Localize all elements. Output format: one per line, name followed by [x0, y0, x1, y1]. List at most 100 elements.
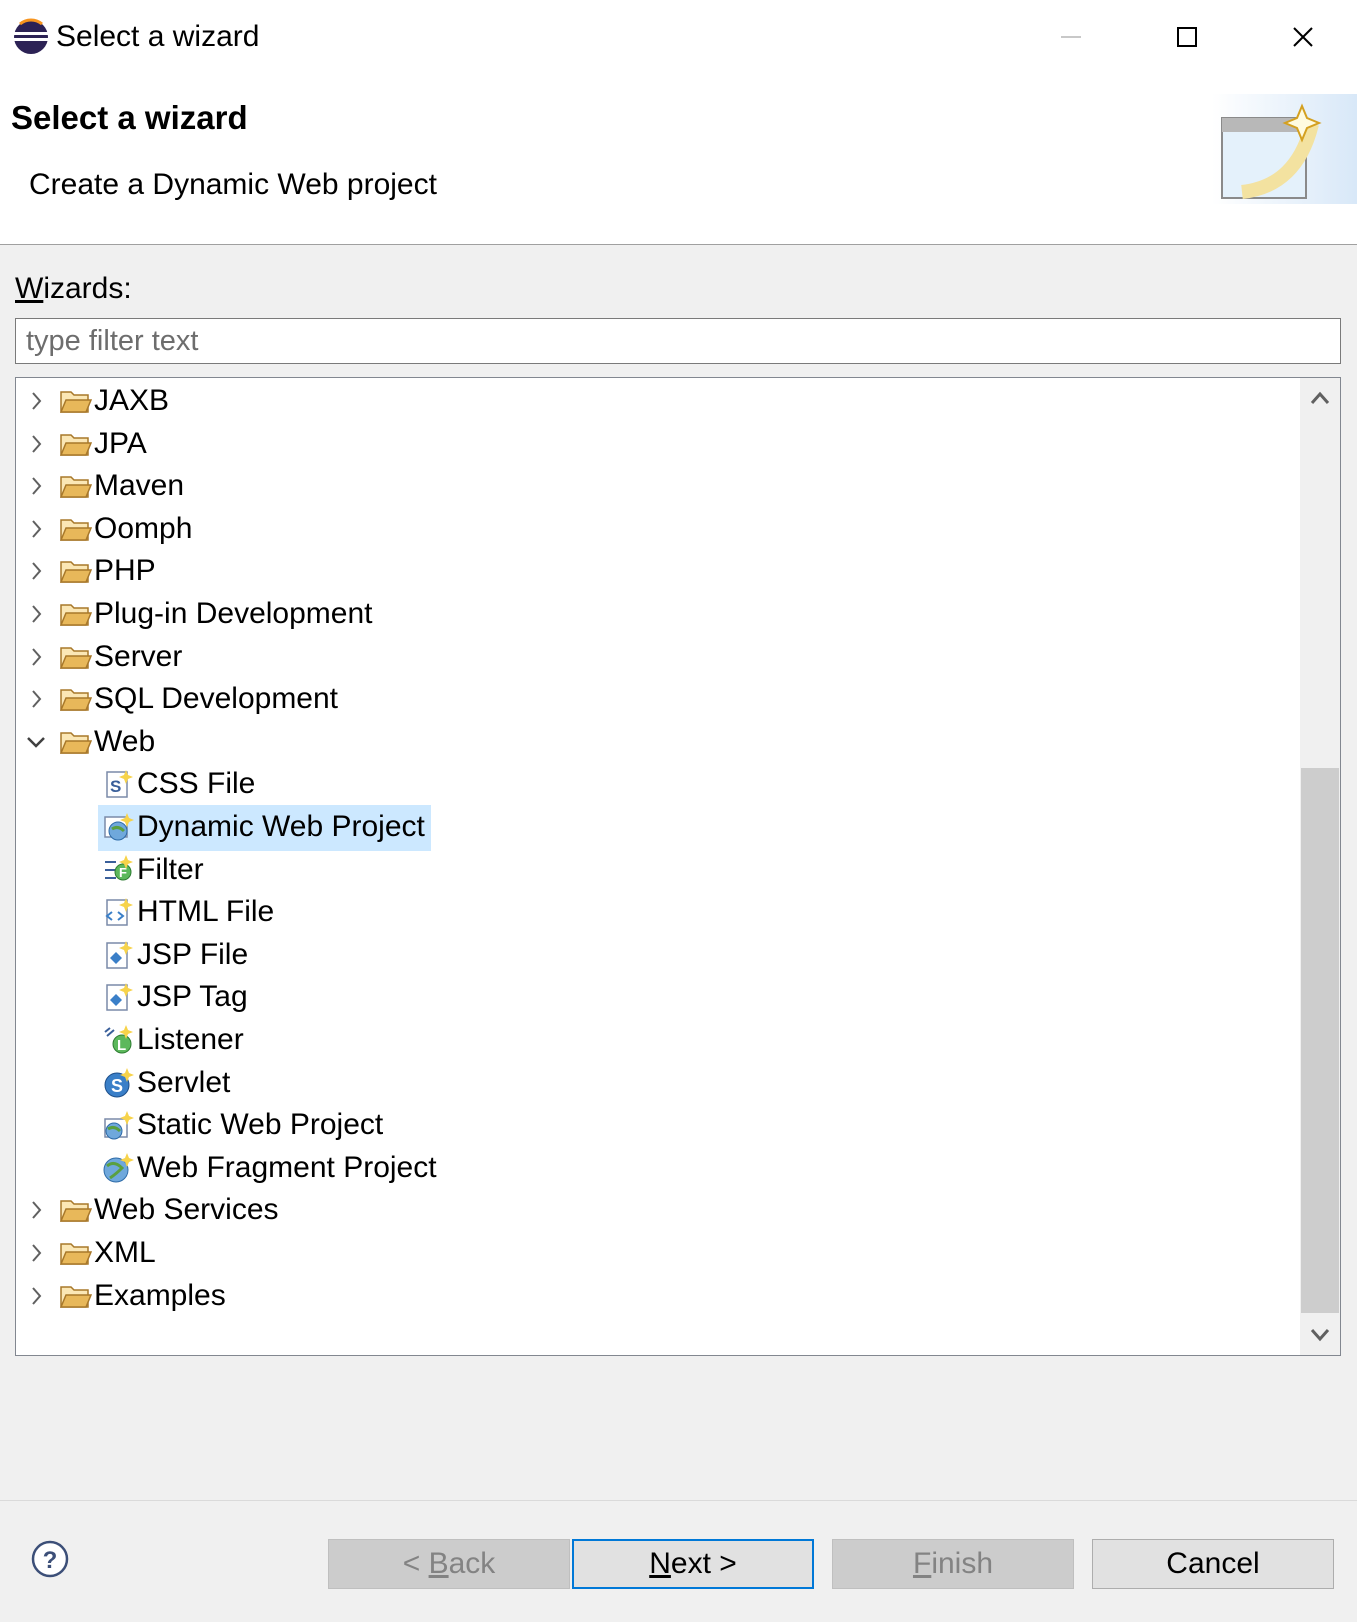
tree-label: Filter: [137, 852, 204, 886]
tree-folder-oomph[interactable]: Oomph: [16, 507, 1301, 551]
help-icon[interactable]: ?: [30, 1539, 70, 1579]
folder-icon: [60, 646, 92, 669]
tree-item-css-file[interactable]: S CSS File: [16, 762, 1301, 806]
tree-label: Examples: [94, 1278, 226, 1312]
tree-folder-sql-development[interactable]: SQL Development: [16, 677, 1301, 721]
tree-item-static-web-project[interactable]: Static Web Project: [16, 1103, 1301, 1147]
tree-item-html-file[interactable]: HTML File: [16, 890, 1301, 934]
vertical-scrollbar[interactable]: [1300, 378, 1340, 1355]
chevron-right-icon[interactable]: [25, 685, 47, 713]
chevron-down-icon: [1310, 1329, 1330, 1342]
tree-label: PHP: [94, 554, 156, 588]
tree-folder-examples[interactable]: Examples: [16, 1274, 1301, 1318]
folder-icon: [60, 732, 92, 754]
folder-icon: [60, 1200, 92, 1223]
tree-label: JSP Tag: [137, 980, 248, 1014]
filter-input[interactable]: [15, 318, 1341, 364]
minimize-icon: [1061, 36, 1081, 38]
chevron-up-icon: [1310, 391, 1330, 404]
css-file-icon: S: [106, 770, 133, 799]
svg-text:S: S: [111, 1076, 123, 1096]
tree-folder-web[interactable]: Web: [16, 720, 1301, 764]
svg-text:L: L: [117, 1037, 126, 1054]
tree-label: SQL Development: [94, 682, 339, 716]
tree-item-dynamic-web-project[interactable]: Dynamic Web Project: [16, 805, 1301, 851]
tree-folder-php[interactable]: PHP: [16, 549, 1301, 593]
static-web-project-icon: [104, 1111, 134, 1140]
wizard-main: Wizards: JAXB JPA Maven Oomph PHP Plug-in Dev…: [0, 245, 1357, 1500]
tree-folder-server[interactable]: Server: [16, 635, 1301, 679]
chevron-right-icon[interactable]: [25, 430, 47, 458]
chevron-right-icon[interactable]: [25, 643, 47, 671]
scrollbar-thumb[interactable]: [1301, 768, 1339, 1313]
chevron-right-icon[interactable]: [25, 557, 47, 585]
tree-label: JPA: [94, 426, 147, 460]
back-button[interactable]: < Back: [328, 1539, 570, 1589]
tree-item-servlet[interactable]: S Servlet: [16, 1061, 1301, 1105]
tree-label: Listener: [137, 1023, 244, 1056]
minimize-button[interactable]: [1013, 0, 1129, 74]
tree-label: Static Web Project: [137, 1108, 384, 1142]
wizard-footer: ? < Back Next > Finish Cancel: [0, 1500, 1357, 1622]
html-file-icon: [105, 898, 133, 926]
tree-label: Oomph: [94, 511, 193, 545]
close-icon: [1293, 27, 1313, 47]
page-description: Create a Dynamic Web project: [29, 168, 437, 201]
scroll-up-button[interactable]: [1300, 378, 1340, 418]
tree-label: Web: [94, 724, 156, 758]
tree-folder-web-services[interactable]: Web Services: [16, 1188, 1301, 1232]
filter-icon: F: [105, 854, 133, 881]
folder-icon: [60, 561, 92, 584]
chevron-right-icon[interactable]: [25, 600, 47, 628]
eclipse-icon: [14, 18, 48, 54]
tree-label: Dynamic Web Project: [137, 810, 425, 843]
tree-folder-plug-in-development[interactable]: Plug-in Development: [16, 592, 1301, 636]
chevron-right-icon[interactable]: [25, 387, 47, 415]
window-title: Select a wizard: [56, 20, 260, 53]
chevron-right-icon[interactable]: [25, 1282, 47, 1310]
jsp-tag-icon: [106, 983, 133, 1012]
jsp-file-icon: [106, 940, 133, 969]
maximize-icon: [1177, 27, 1197, 47]
folder-icon: [60, 1285, 92, 1308]
folder-icon: [60, 476, 92, 498]
finish-button[interactable]: Finish: [832, 1539, 1074, 1589]
folder-icon: [60, 604, 92, 626]
cancel-button[interactable]: Cancel: [1092, 1539, 1334, 1589]
folder-icon: [60, 519, 92, 541]
web-fragment-project-icon: [103, 1152, 134, 1183]
chevron-right-icon[interactable]: [25, 1196, 47, 1224]
maximize-button[interactable]: [1129, 0, 1245, 74]
chevron-right-icon[interactable]: [25, 1239, 47, 1267]
tree-label: XML: [94, 1236, 156, 1269]
folder-icon: [60, 1243, 92, 1265]
tree-item-filter[interactable]: F Filter: [16, 848, 1301, 892]
chevron-right-icon[interactable]: [25, 472, 47, 500]
tree-item-web-fragment-project[interactable]: Web Fragment Project: [16, 1146, 1301, 1190]
chevron-down-icon[interactable]: [25, 728, 47, 756]
tree-item-jsp-tag[interactable]: JSP Tag: [16, 975, 1301, 1019]
wizards-label: Wizards:: [15, 272, 132, 305]
next-button[interactable]: Next >: [572, 1539, 814, 1589]
tree-label: JSP File: [137, 937, 249, 971]
tree-label: Maven: [94, 469, 185, 503]
chevron-right-icon[interactable]: [25, 515, 47, 543]
tree-folder-jaxb[interactable]: JAXB: [16, 379, 1301, 423]
tree-folder-jpa[interactable]: JPA: [16, 422, 1301, 466]
scroll-down-button[interactable]: [1300, 1315, 1340, 1355]
tree-label: Web Fragment Project: [137, 1150, 437, 1184]
tree-label: Web Services: [94, 1193, 279, 1227]
tree-folder-xml[interactable]: XML: [16, 1231, 1301, 1275]
tree-folder-maven[interactable]: Maven: [16, 464, 1301, 508]
tree-item-listener[interactable]: L Listener: [16, 1018, 1301, 1062]
tree-label: CSS File: [137, 767, 256, 801]
wizard-tree[interactable]: JAXB JPA Maven Oomph PHP Plug-in Development S…: [15, 377, 1341, 1356]
dynamic-web-project-icon: [104, 813, 134, 841]
page-title: Select a wizard: [11, 99, 248, 136]
svg-text:S: S: [110, 777, 121, 796]
folder-icon: [60, 689, 92, 711]
tree-item-jsp-file[interactable]: JSP File: [16, 933, 1301, 977]
close-button[interactable]: [1245, 0, 1357, 74]
svg-text:?: ?: [43, 1547, 58, 1574]
wizard-header: Select a wizard Create a Dynamic Web pro…: [0, 74, 1357, 245]
